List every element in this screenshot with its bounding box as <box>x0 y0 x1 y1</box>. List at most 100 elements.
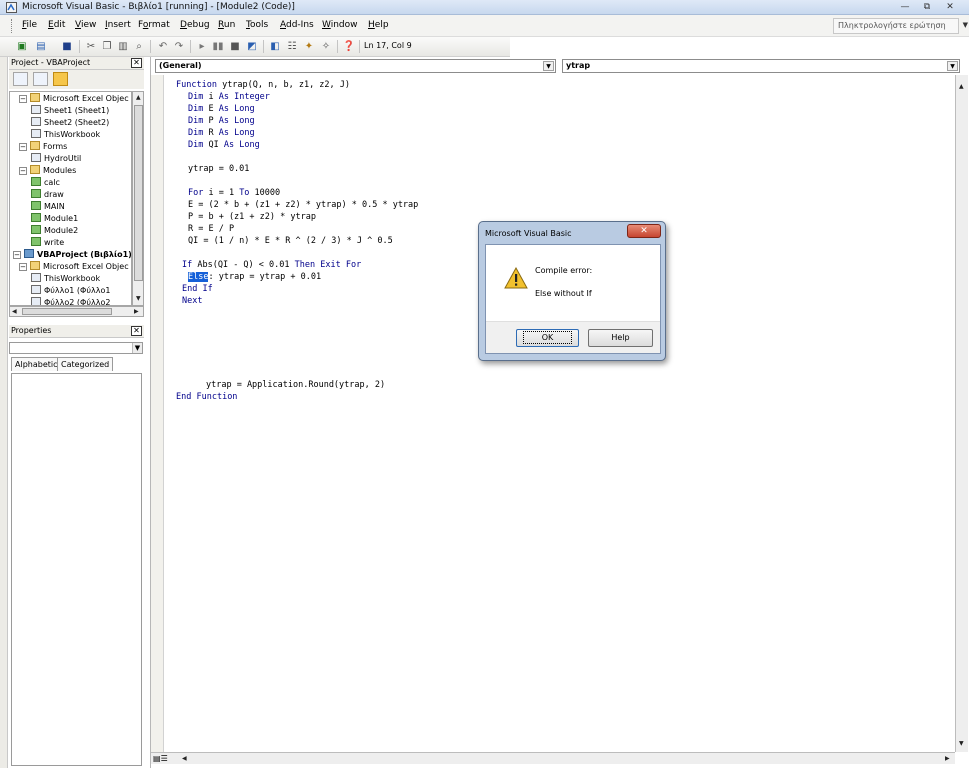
tree-item[interactable]: Sheet1 (Sheet1) <box>31 105 109 116</box>
scroll-up-icon[interactable]: ▲ <box>136 94 141 101</box>
code-margin-indicator-bar[interactable] <box>151 75 164 752</box>
help-icon[interactable]: ❓ <box>342 40 356 53</box>
design-mode-icon[interactable]: ◩ <box>245 40 259 53</box>
reset-icon[interactable]: ■ <box>228 40 242 53</box>
restore-button[interactable]: ⧉ <box>917 1 937 13</box>
tree-item[interactable]: calc <box>31 177 60 188</box>
chevron-down-icon[interactable]: ▼ <box>947 61 958 71</box>
code-line[interactable]: Function ytrap(Q, n, b, z1, z2, J) <box>176 79 350 91</box>
menu-tools[interactable]: Tools <box>246 20 268 30</box>
scroll-down-icon[interactable]: ▼ <box>959 740 964 747</box>
code-editor[interactable]: Function ytrap(Q, n, b, z1, z2, J) Dim i … <box>165 75 955 752</box>
code-line[interactable]: R = E / P <box>188 223 234 235</box>
menu-help[interactable]: Help <box>368 20 389 30</box>
menu-debug[interactable]: Debug <box>180 20 210 30</box>
scroll-thumb[interactable] <box>134 105 143 281</box>
menu-run[interactable]: Run <box>218 20 235 30</box>
code-line[interactable]: QI = (1 / n) * E * R ^ (2 / 3) * J ^ 0.5 <box>188 235 393 247</box>
properties-object-select[interactable]: ▼ <box>9 342 143 354</box>
properties-pane-close-icon[interactable]: ✕ <box>131 326 142 336</box>
collapse-icon[interactable]: − <box>19 143 27 151</box>
tree-item[interactable]: − Forms <box>19 141 67 152</box>
code-line[interactable]: If Abs(QI - Q) < 0.01 Then Exit For <box>182 259 361 271</box>
break-icon[interactable]: ▮▮ <box>211 40 225 53</box>
toolbox-icon[interactable]: ✧ <box>319 40 333 53</box>
help-button[interactable]: Help <box>588 329 653 347</box>
scroll-left-icon[interactable]: ◀ <box>182 755 187 762</box>
view-code-button[interactable] <box>13 72 28 86</box>
code-line[interactable]: Dim QI As Long <box>188 139 260 151</box>
scroll-up-icon[interactable]: ▲ <box>959 83 964 90</box>
menubar-grip[interactable] <box>11 19 13 33</box>
code-line[interactable]: P = b + (z1 + z2) * ytrap <box>188 211 316 223</box>
scroll-thumb[interactable] <box>22 308 112 315</box>
menu-window[interactable]: Window <box>322 20 358 30</box>
menu-file[interactable]: File <box>22 20 37 30</box>
view-object-button[interactable] <box>33 72 48 86</box>
tree-item[interactable]: ThisWorkbook <box>31 129 100 140</box>
project-pane-close-icon[interactable]: ✕ <box>131 58 142 68</box>
code-line[interactable]: E = (2 * b + (z1 + z2) * ytrap) * 0.5 * … <box>188 199 418 211</box>
scroll-right-icon[interactable]: ▶ <box>945 755 950 762</box>
project-tree-hscrollbar[interactable]: ◀ ▶ <box>9 306 144 317</box>
tree-item[interactable]: HydroUtil <box>31 153 81 164</box>
toggle-folders-button[interactable] <box>53 72 68 86</box>
menu-format[interactable]: Format <box>138 20 170 30</box>
code-line[interactable]: Else: ytrap = ytrap + 0.01 <box>188 271 321 283</box>
chevron-down-icon[interactable]: ▼ <box>543 61 554 71</box>
full-module-view-icon[interactable]: ☰ <box>161 754 168 763</box>
chevron-down-icon[interactable]: ▼ <box>963 21 968 29</box>
menu-view[interactable]: View <box>75 20 96 30</box>
menu-edit[interactable]: Edit <box>48 20 65 30</box>
project-tree-scrollbar[interactable]: ▲ ▼ <box>132 91 144 306</box>
code-line[interactable]: Dim R As Long <box>188 127 255 139</box>
code-line[interactable]: Next <box>182 295 202 307</box>
object-browser-icon[interactable]: ✦ <box>302 40 316 53</box>
redo-icon[interactable]: ↷ <box>172 40 186 53</box>
code-line[interactable]: Dim i As Integer <box>188 91 270 103</box>
tree-item[interactable]: − Modules <box>19 165 76 176</box>
save-icon[interactable]: ■ <box>60 40 74 53</box>
ask-question-box[interactable]: Πληκτρολογήστε ερώτηση ▼ <box>833 18 968 34</box>
menu-addins[interactable]: Add-Ins <box>280 20 314 30</box>
tree-item[interactable]: − Microsoft Excel Objec <box>19 261 129 272</box>
procedure-view-icon[interactable]: ▤ <box>153 754 161 763</box>
scroll-right-icon[interactable]: ▶ <box>134 308 139 315</box>
tree-item[interactable]: MAIN <box>31 201 65 212</box>
tab-alphabetic[interactable]: Alphabetic <box>11 357 62 371</box>
minimize-button[interactable]: — <box>895 1 915 13</box>
code-horizontal-scrollbar[interactable]: ◀ ▶ <box>179 752 955 764</box>
tree-item[interactable]: Φύλλο2 (Φύλλο2 <box>31 297 110 305</box>
dialog-close-button[interactable]: ✕ <box>627 224 661 238</box>
procedure-combo[interactable]: ytrap ▼ <box>562 59 960 73</box>
tree-item[interactable]: write <box>31 237 64 248</box>
collapse-icon[interactable]: − <box>19 95 27 103</box>
copy-icon[interactable]: ❐ <box>100 40 114 53</box>
code-vertical-scrollbar[interactable]: ▲ ▼ <box>955 75 968 752</box>
code-line[interactable]: Dim E As Long <box>188 103 255 115</box>
insert-module-icon[interactable]: ▤ <box>34 40 48 53</box>
code-line[interactable]: For i = 1 To 10000 <box>188 187 280 199</box>
code-line[interactable]: End Function <box>176 391 237 403</box>
tree-item[interactable]: Φύλλο1 (Φύλλο1 <box>31 285 110 296</box>
code-line[interactable]: Dim P As Long <box>188 115 255 127</box>
chevron-down-icon[interactable]: ▼ <box>132 343 142 353</box>
scroll-down-icon[interactable]: ▼ <box>136 295 141 302</box>
tree-item[interactable]: Module2 <box>31 225 78 236</box>
tree-item[interactable]: − Microsoft Excel Objec <box>19 93 129 104</box>
tree-item[interactable]: draw <box>31 189 64 200</box>
run-icon[interactable]: ▸ <box>195 40 209 53</box>
menu-insert[interactable]: Insert <box>105 20 131 30</box>
properties-icon[interactable]: ☷ <box>285 40 299 53</box>
excel-view-icon[interactable]: ▣ <box>15 40 29 53</box>
tree-item[interactable]: ThisWorkbook <box>31 273 100 284</box>
view-toggle-buttons[interactable]: ▤☰ <box>151 752 179 764</box>
ok-button[interactable]: OK <box>516 329 579 347</box>
project-explorer-icon[interactable]: ◧ <box>268 40 282 53</box>
undo-icon[interactable]: ↶ <box>156 40 170 53</box>
tree-item[interactable]: Module1 <box>31 213 78 224</box>
paste-icon[interactable]: ▥ <box>116 40 130 53</box>
code-line[interactable]: End If <box>182 283 213 295</box>
find-icon[interactable]: ⌕ <box>132 40 146 53</box>
cut-icon[interactable]: ✂ <box>84 40 98 53</box>
